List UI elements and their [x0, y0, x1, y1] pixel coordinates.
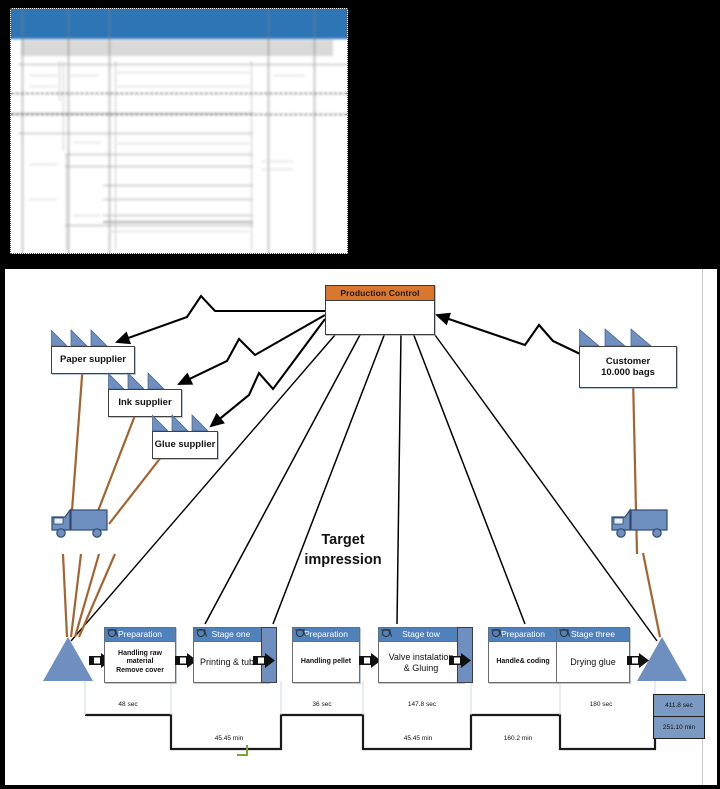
supplier-ink-label: Ink supplier: [118, 397, 172, 409]
supplier-paper-label: Paper supplier: [60, 354, 126, 366]
operator-icon: [196, 628, 208, 638]
timeline-summary-box: 411.8 sec 251.10 min: [653, 694, 705, 739]
timeline-value-1: 48 sec: [118, 701, 138, 708]
process-step-1-line1: Handling raw: [118, 650, 162, 658]
target-label-line1: Target: [321, 532, 365, 548]
timeline-value-4: 180 sec: [589, 701, 613, 708]
green-corner-mark-icon: [237, 745, 248, 756]
supplier-glue-label: Glue supplier: [154, 439, 216, 451]
timeline-leadtime-2: 45.45 min: [403, 735, 433, 742]
process-step-3[interactable]: Preparation Handling pellet: [292, 627, 360, 683]
screenshot-root: Production Control Paper supplier Ink su…: [0, 0, 720, 789]
summary-lead-time: 251.10 min: [662, 724, 696, 731]
push-arrow-icon: [253, 653, 275, 668]
customer-label-line1: Customer: [605, 355, 651, 367]
operator-icon: [559, 628, 571, 638]
production-control-title: Production Control: [326, 286, 434, 301]
truck-icon: [51, 508, 108, 538]
spreadsheet-selection-frame: [10, 8, 348, 254]
process-step-3-line1: Handling pellet: [300, 658, 352, 666]
process-step-5[interactable]: Preparation Handle& coding: [488, 627, 558, 683]
process-step-6[interactable]: Stage three Drying glue: [556, 627, 630, 683]
process-step-4-line2: & Gluing: [403, 662, 439, 673]
process-step-1-line3: Remove cover: [116, 666, 164, 674]
target-label-line2: impression: [304, 551, 382, 568]
factory-icon: [579, 328, 652, 346]
timeline-value-2: 36 sec: [312, 701, 332, 708]
operator-icon: [381, 628, 393, 638]
production-control-box[interactable]: Production Control: [325, 285, 435, 335]
operator-icon: [295, 628, 307, 638]
timeline-leadtime-3: 160.2 min: [503, 735, 533, 742]
process-step-1[interactable]: Preparation Handling raw material Remove…: [104, 627, 176, 683]
timeline-value-3: 147.8 sec: [407, 701, 437, 708]
process-step-4-line1: Valve instalation: [388, 652, 454, 663]
factory-icon: [152, 414, 209, 431]
process-step-6-line1: Drying glue: [570, 657, 616, 668]
summary-value-time: 411.8 sec: [654, 695, 704, 717]
inventory-triangle-raw: [43, 637, 93, 681]
target-impression-label: Target impression: [273, 531, 413, 570]
factory-icon: [108, 372, 165, 389]
value-stream-map: Production Control Paper supplier Ink su…: [4, 268, 718, 786]
customer-label-line2: 10.000 bags: [601, 367, 655, 378]
push-arrow-icon: [449, 653, 471, 668]
process-step-5-line1: Handle& coding: [496, 658, 550, 666]
timeline-leadtime-1: 45.45 min: [214, 735, 244, 742]
truck-icon: [611, 508, 668, 538]
process-step-1-line2: material: [126, 658, 154, 666]
operator-icon: [491, 628, 503, 638]
operator-icon: [107, 628, 119, 638]
factory-icon: [51, 329, 108, 346]
inventory-triangle-finished: [637, 637, 687, 681]
